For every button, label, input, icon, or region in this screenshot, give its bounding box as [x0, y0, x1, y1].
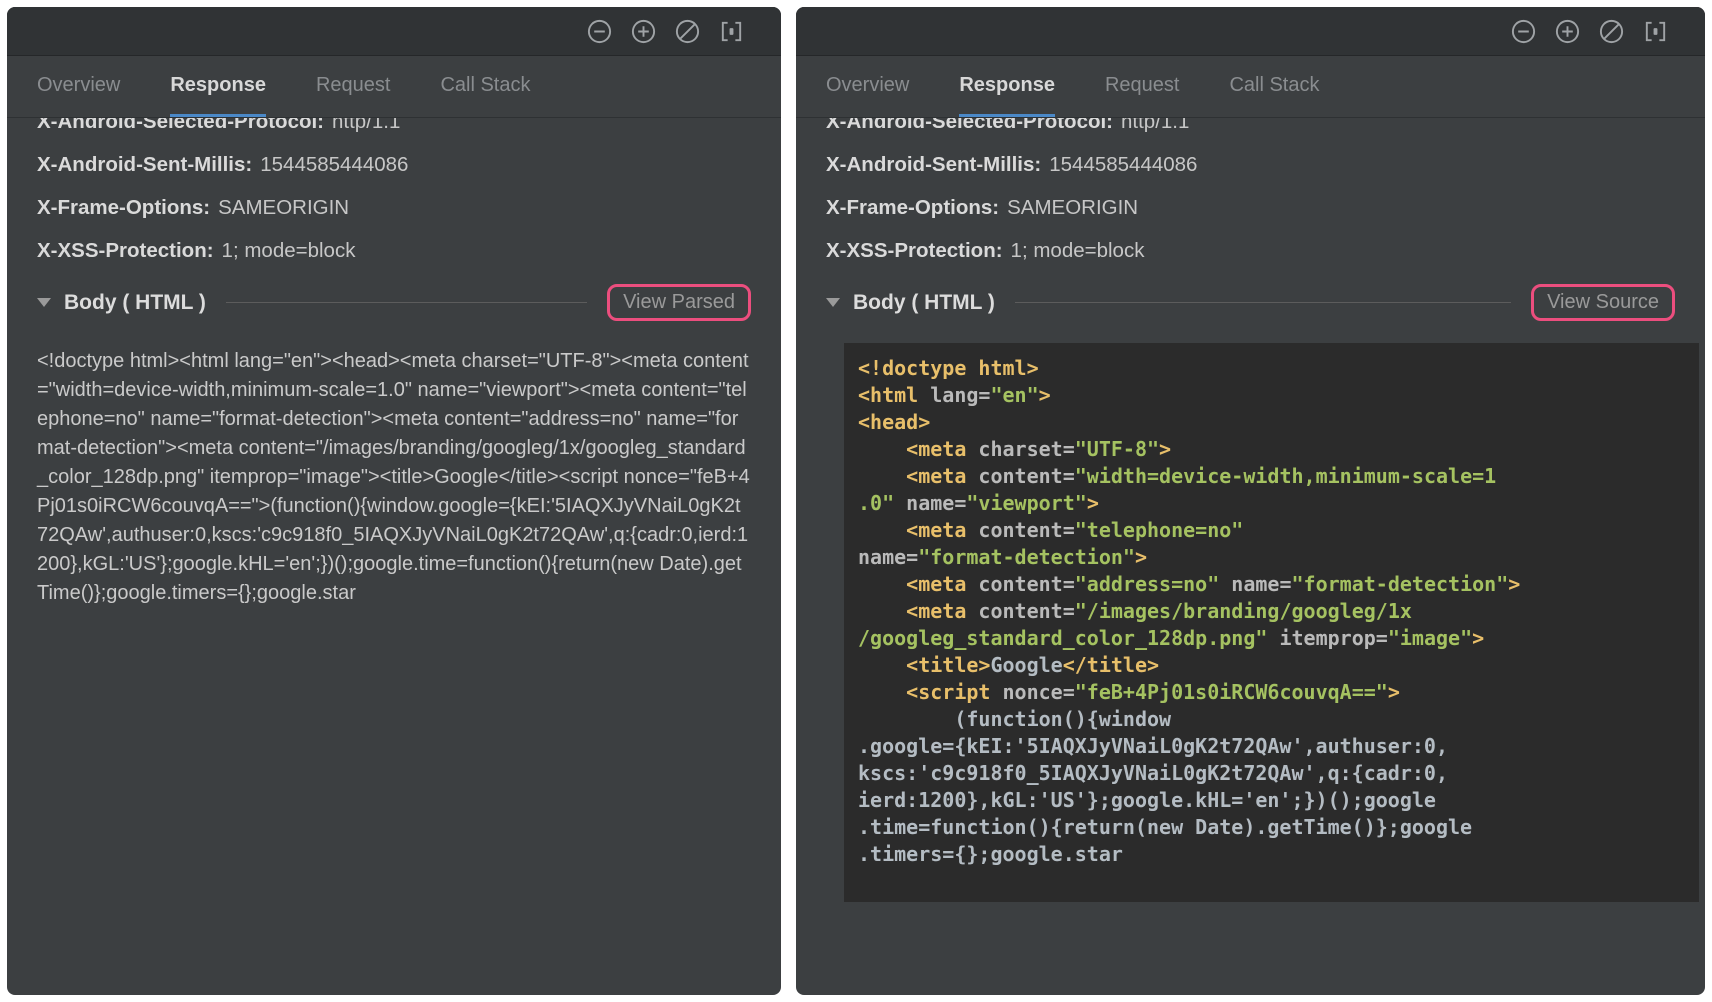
profiler-toolbar: [796, 7, 1705, 56]
header-row: X-Frame-Options: SAMEORIGIN: [37, 195, 751, 221]
tab-response[interactable]: Response: [959, 56, 1055, 117]
code-line: <meta content="width=device-width,minimu…: [858, 463, 1699, 490]
header-row: X-Android-Sent-Millis: 1544585444086: [37, 152, 751, 178]
response-scroll-area[interactable]: X-Android-Selected-Protocol: http/1.1 X-A…: [796, 118, 1705, 902]
header-value: 1544585444086: [1049, 153, 1197, 176]
tab-bar: Overview Response Request Call Stack: [796, 56, 1705, 118]
header-name: X-Android-Sent-Millis:: [37, 153, 252, 176]
code-line: .0" name="viewport">: [858, 490, 1699, 517]
body-section-header: Body ( HTML ) View Source: [826, 284, 1675, 321]
tab-bar: Overview Response Request Call Stack: [7, 56, 781, 118]
annotation-highlight: View Source: [1531, 284, 1675, 321]
code-line: <!doctype html>: [858, 355, 1699, 382]
tab-overview[interactable]: Overview: [826, 56, 909, 117]
code-line: <title>Google</title>: [858, 652, 1699, 679]
expand-triangle-icon[interactable]: [37, 298, 51, 307]
response-panel-parsed: Overview Response Request Call Stack X-A…: [7, 7, 781, 995]
tab-response[interactable]: Response: [170, 56, 266, 117]
reset-zoom-icon[interactable]: [674, 18, 701, 45]
header-row: X-Android-Selected-Protocol: http/1.1: [826, 118, 1675, 135]
header-name: X-Frame-Options:: [826, 196, 999, 219]
code-line: <meta charset="UTF-8">: [858, 436, 1699, 463]
code-line: name="format-detection">: [858, 544, 1699, 571]
code-line: <meta content="telephone=no": [858, 517, 1699, 544]
header-value: 1544585444086: [260, 153, 408, 176]
header-row: X-XSS-Protection: 1; mode=block: [37, 238, 751, 264]
body-section-label: Body ( HTML ): [64, 291, 206, 315]
code-line: <meta content="/images/branding/googleg/…: [858, 598, 1699, 625]
profiler-toolbar: [7, 7, 781, 56]
divider: [1015, 302, 1511, 303]
code-line: (function(){window: [858, 706, 1699, 733]
header-row: X-Frame-Options: SAMEORIGIN: [826, 195, 1675, 221]
source-code-block: <!doctype html><html lang="en"><head> <m…: [844, 343, 1699, 902]
tab-call-stack[interactable]: Call Stack: [440, 56, 530, 117]
response-body-parsed: <!doctype html><html lang="en"><head><me…: [37, 347, 751, 608]
header-value: 1; mode=block: [222, 239, 356, 262]
code-line: <script nonce="feB+4Pj01s0iRCW6couvqA=="…: [858, 679, 1699, 706]
code-line: <head>: [858, 409, 1699, 436]
header-name: X-Android-Selected-Protocol:: [826, 118, 1113, 133]
zoom-out-icon[interactable]: [586, 18, 613, 45]
zoom-in-icon[interactable]: [1554, 18, 1581, 45]
view-parsed-link[interactable]: View Parsed: [623, 291, 735, 313]
expand-triangle-icon[interactable]: [826, 298, 840, 307]
header-name: X-Frame-Options:: [37, 196, 210, 219]
zoom-to-selection-icon[interactable]: [1642, 18, 1669, 45]
code-line: /googleg_standard_color_128dp.png" itemp…: [858, 625, 1699, 652]
body-section-header: Body ( HTML ) View Parsed: [37, 284, 751, 321]
header-value: SAMEORIGIN: [218, 196, 349, 219]
view-source-link[interactable]: View Source: [1547, 291, 1659, 313]
header-value: 1; mode=block: [1011, 239, 1145, 262]
header-value: http/1.1: [332, 118, 400, 133]
tab-request[interactable]: Request: [1105, 56, 1180, 117]
code-line: <html lang="en">: [858, 382, 1699, 409]
zoom-out-icon[interactable]: [1510, 18, 1537, 45]
header-name: X-Android-Selected-Protocol:: [37, 118, 324, 133]
reset-zoom-icon[interactable]: [1598, 18, 1625, 45]
code-line: ierd:1200},kGL:'US'};google.kHL='en';})(…: [858, 787, 1699, 814]
code-line: .google={kEI:'5IAQXJyVNaiL0gK2t72QAw',au…: [858, 733, 1699, 760]
body-section-label: Body ( HTML ): [853, 291, 995, 315]
header-row: X-Android-Selected-Protocol: http/1.1: [37, 118, 751, 135]
response-scroll-area[interactable]: X-Android-Selected-Protocol: http/1.1 X-A…: [7, 118, 781, 608]
header-row: X-Android-Sent-Millis: 1544585444086: [826, 152, 1675, 178]
tab-call-stack[interactable]: Call Stack: [1229, 56, 1319, 117]
divider: [226, 302, 587, 303]
tab-overview[interactable]: Overview: [37, 56, 120, 117]
header-name: X-Android-Sent-Millis:: [826, 153, 1041, 176]
zoom-to-selection-icon[interactable]: [718, 18, 745, 45]
response-panel-source: Overview Response Request Call Stack X-A…: [796, 7, 1705, 995]
code-line: .timers={};google.star: [858, 841, 1699, 868]
header-name: X-XSS-Protection:: [37, 239, 214, 262]
code-line: <meta content="address=no" name="format-…: [858, 571, 1699, 598]
header-name: X-XSS-Protection:: [826, 239, 1003, 262]
zoom-in-icon[interactable]: [630, 18, 657, 45]
header-value: http/1.1: [1121, 118, 1189, 133]
annotation-highlight: View Parsed: [607, 284, 751, 321]
code-line: .time=function(){return(new Date).getTim…: [858, 814, 1699, 841]
tab-request[interactable]: Request: [316, 56, 391, 117]
header-row: X-XSS-Protection: 1; mode=block: [826, 238, 1675, 264]
code-line: kscs:'c9c918f0_5IAQXJyVNaiL0gK2t72QAw',q…: [858, 760, 1699, 787]
header-value: SAMEORIGIN: [1007, 196, 1138, 219]
